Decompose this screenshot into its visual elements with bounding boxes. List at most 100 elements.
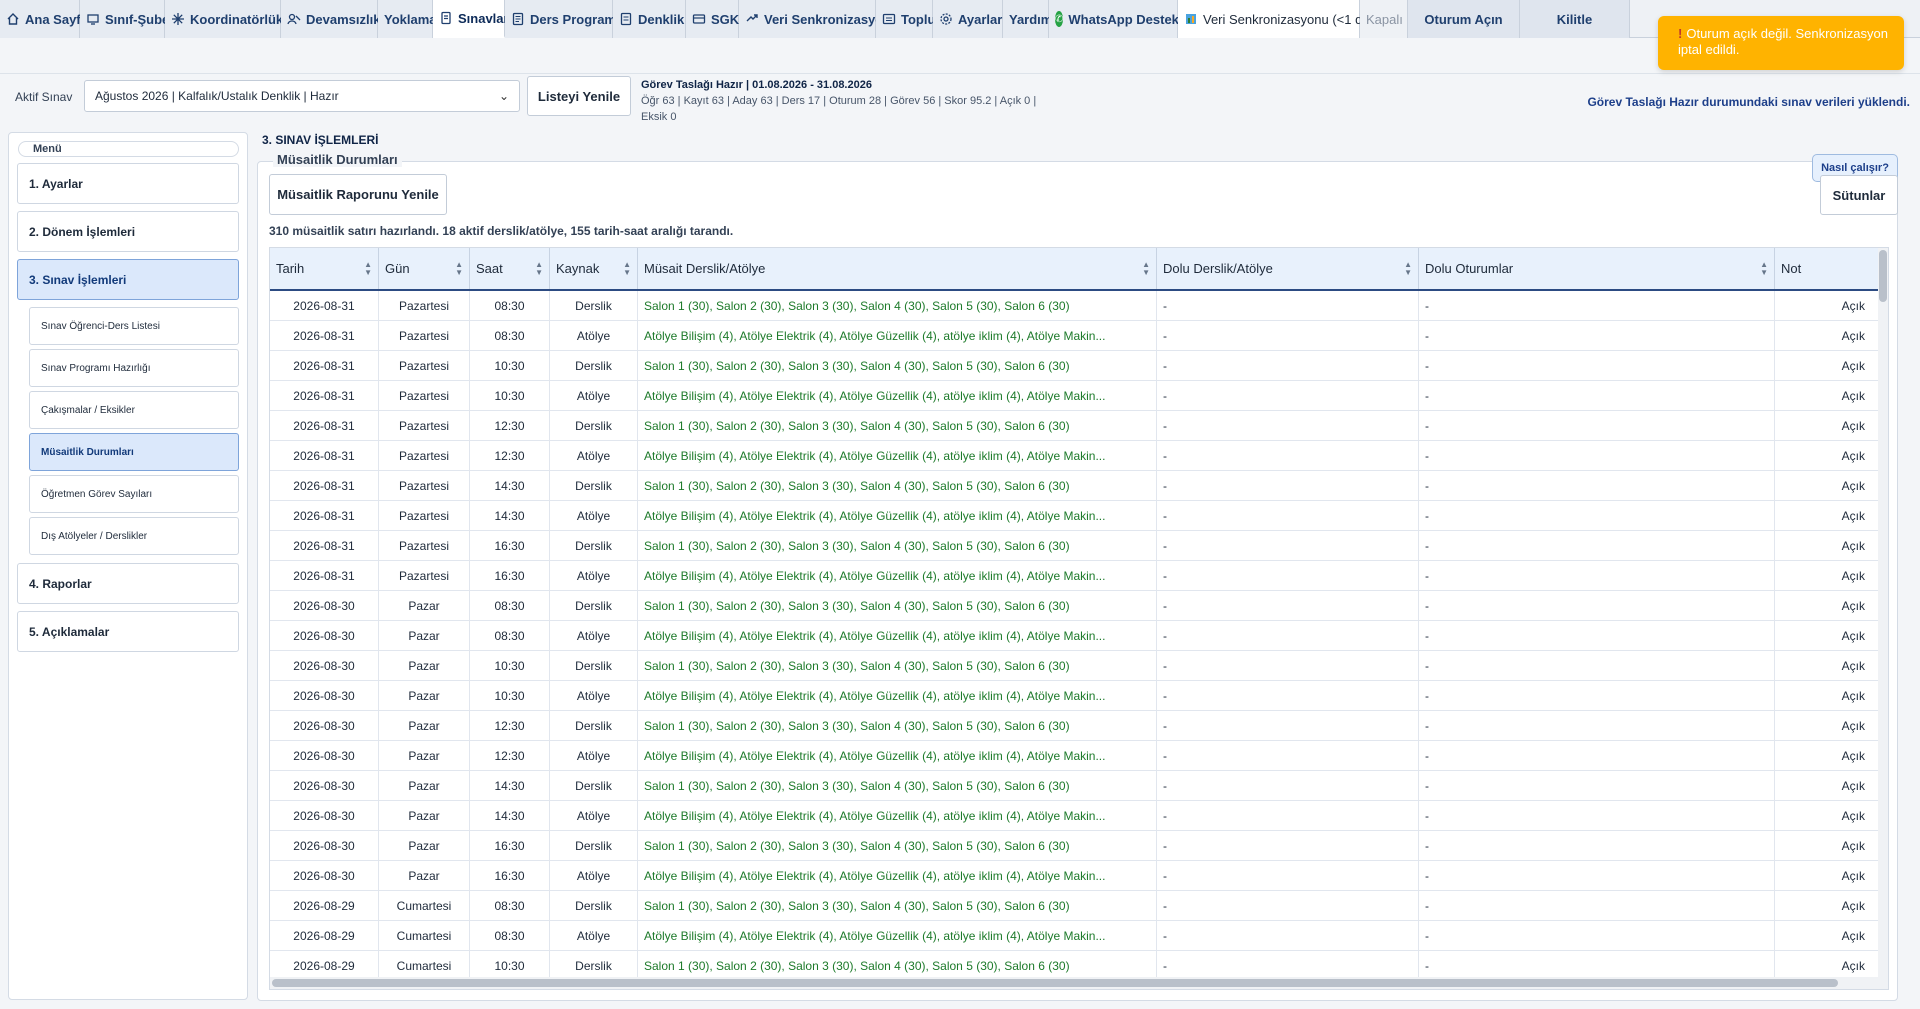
table-cell: 2026-08-29 [270, 921, 379, 951]
table-row[interactable]: 2026-08-31 Pazartesi 08:30 Derslik Salon 1 (… [270, 291, 1888, 321]
sort-icon[interactable]: ▲ ▼ [1760, 260, 1768, 277]
column-header[interactable]: Saat ▲ ▼ [470, 248, 550, 289]
tab-whatsapp-destek[interactable]: ✆ WhatsApp Destek [1049, 0, 1179, 38]
column-header[interactable]: Gün ▲ ▼ [379, 248, 470, 289]
tab-s-navlar[interactable]: Sınavlar [433, 0, 509, 38]
session-warning-toast[interactable]: ! Oturum açık değil. Senkronizasyon iptal… [1658, 16, 1904, 70]
tab-yard-m[interactable]: Yardım [1003, 0, 1052, 38]
table-row[interactable]: 2026-08-30 Pazar 10:30 Atölye Atölye Bilişim… [270, 681, 1888, 711]
table-cell: - [1157, 621, 1419, 651]
sort-icon[interactable]: ▲ ▼ [1142, 260, 1150, 277]
table-cell: - [1157, 651, 1419, 681]
column-header[interactable]: Müsait Derslik/Atölye ▲ ▼ [638, 248, 1157, 289]
horizontal-scrollbar[interactable] [270, 977, 1880, 989]
submenu-item[interactable]: Çakışmalar / Eksikler [29, 391, 239, 429]
table-cell: - [1157, 801, 1419, 831]
table-cell: 2026-08-31 [270, 411, 379, 441]
column-header[interactable]: Not [1775, 248, 1880, 289]
table-cell: 12:30 [470, 741, 550, 771]
menu-item-3[interactable]: 3. Sınav İşlemleri [17, 259, 239, 300]
tab-denklik[interactable]: Denklik [613, 0, 686, 38]
tab-koordinat-rl-k[interactable]: Koordinatörlük [165, 0, 283, 38]
closed-indicator: Kapalı [1360, 0, 1408, 38]
column-header[interactable]: Dolu Derslik/Atölye ▲ ▼ [1157, 248, 1419, 289]
table-cell: Açık [1775, 441, 1880, 471]
loaded-message: Görev Taslağı Hazır durumundaki sınav ve… [1587, 95, 1910, 109]
sort-icon[interactable]: ▲ ▼ [364, 260, 372, 277]
table-row[interactable]: 2026-08-30 Pazar 08:30 Derslik Salon 1 (30),… [270, 591, 1888, 621]
tab-ayarlar[interactable]: Ayarlar [933, 0, 1003, 38]
table-cell: Cumartesi [379, 921, 470, 951]
table-cell: 2026-08-31 [270, 501, 379, 531]
tab-toplu[interactable]: Toplu [876, 0, 935, 38]
submenu-item[interactable]: Dış Atölyeler / Derslikler [29, 517, 239, 555]
menu-item-5[interactable]: 5. Açıklamalar [17, 611, 239, 652]
table-cell: Derslik [550, 471, 638, 501]
menu-item-1[interactable]: 1. Ayarlar [17, 163, 239, 204]
refresh-list-button[interactable]: Listeyi Yenile [527, 76, 631, 116]
table-cell: - [1419, 381, 1775, 411]
table-row[interactable]: 2026-08-31 Pazartesi 10:30 Atölye Atölye Bil… [270, 381, 1888, 411]
column-header[interactable]: Dolu Oturumlar ▲ ▼ [1419, 248, 1775, 289]
horizontal-scroll-thumb[interactable] [272, 979, 1838, 987]
table-cell: 08:30 [470, 591, 550, 621]
tab-label: Yoklama [384, 11, 437, 27]
column-header[interactable]: Tarih ▲ ▼ [270, 248, 379, 289]
submenu-item[interactable]: Sınav Programı Hazırlığı [29, 349, 239, 387]
table-cell: Atölye [550, 501, 638, 531]
active-exam-select[interactable]: Ağustos 2026 | Kalfalık/Ustalık Denklik … [84, 80, 520, 112]
table-row[interactable]: 2026-08-31 Pazartesi 12:30 Derslik Salon 1 (… [270, 411, 1888, 441]
table-row[interactable]: 2026-08-31 Pazartesi 10:30 Derslik Salon 1 (… [270, 351, 1888, 381]
table-cell: - [1157, 351, 1419, 381]
vertical-scrollbar[interactable] [1878, 248, 1888, 989]
table-cell: - [1419, 411, 1775, 441]
table-cell: Atölye [550, 921, 638, 951]
columns-button[interactable]: Sütunlar [1820, 175, 1898, 215]
table-row[interactable]: 2026-08-30 Pazar 16:30 Derslik Salon 1 (30),… [270, 831, 1888, 861]
tab-devams-zl-k[interactable]: Devamsızlık [281, 0, 380, 38]
table-row[interactable]: 2026-08-30 Pazar 16:30 Atölye Atölye Bilişim… [270, 861, 1888, 891]
submenu-item[interactable]: Öğretmen Görev Sayıları [29, 475, 239, 513]
sort-icon[interactable]: ▲ ▼ [623, 260, 631, 277]
table-cell: - [1157, 561, 1419, 591]
table-row[interactable]: 2026-08-30 Pazar 14:30 Derslik Salon 1 (30),… [270, 771, 1888, 801]
table-row[interactable]: 2026-08-31 Pazartesi 16:30 Atölye Atölye Bil… [270, 561, 1888, 591]
submenu-item[interactable]: Müsaitlik Durumları [29, 433, 239, 471]
sort-icon[interactable]: ▲ ▼ [455, 260, 463, 277]
tab-yoklama[interactable]: Yoklama [378, 0, 437, 38]
table-cell: 08:30 [470, 321, 550, 351]
table-cell: 2026-08-31 [270, 351, 379, 381]
table-cell: Salon 1 (30), Salon 2 (30), Salon 3 (30)… [638, 351, 1157, 381]
submenu-item[interactable]: Sınav Öğrenci-Ders Listesi [29, 307, 239, 345]
tab-ders-program-[interactable]: Ders Programı [505, 0, 620, 38]
tab-sgk[interactable]: SGK [686, 0, 739, 38]
table-row[interactable]: 2026-08-30 Pazar 14:30 Atölye Atölye Bilişim… [270, 801, 1888, 831]
vertical-scroll-thumb[interactable] [1879, 250, 1887, 302]
sort-icon[interactable]: ▲ ▼ [1404, 260, 1412, 277]
table-row[interactable]: 2026-08-31 Pazartesi 12:30 Atölye Atölye Bil… [270, 441, 1888, 471]
column-header-label: Dolu Derslik/Atölye [1163, 261, 1273, 276]
menu-item-2[interactable]: 2. Dönem İşlemleri [17, 211, 239, 252]
table-row[interactable]: 2026-08-31 Pazartesi 14:30 Derslik Salon 1 (… [270, 471, 1888, 501]
lock-button[interactable]: Kilitle [1520, 0, 1630, 38]
table-row[interactable]: 2026-08-30 Pazar 12:30 Atölye Atölye Bilişim… [270, 741, 1888, 771]
table-row[interactable]: 2026-08-29 Cumartesi 08:30 Derslik Salon 1 (… [270, 891, 1888, 921]
tab-ana-sayfa[interactable]: Ana Sayfa [0, 0, 88, 38]
table-row[interactable]: 2026-08-31 Pazartesi 16:30 Derslik Salon 1 (… [270, 531, 1888, 561]
table-row[interactable]: 2026-08-30 Pazar 12:30 Derslik Salon 1 (30),… [270, 711, 1888, 741]
table-row[interactable]: 2026-08-29 Cumartesi 08:30 Atölye Atölye Bil… [270, 921, 1888, 951]
table-cell: Atölye Bilişim (4), Atölye Elektrik (4),… [638, 441, 1157, 471]
chevron-down-icon: ⌄ [498, 89, 509, 103]
table-row[interactable]: 2026-08-30 Pazar 10:30 Derslik Salon 1 (30),… [270, 651, 1888, 681]
tab-veri-senkronizasyon[interactable]: Veri Senkronizasyon [739, 0, 891, 38]
table-row[interactable]: 2026-08-31 Pazartesi 08:30 Atölye Atölye Bil… [270, 321, 1888, 351]
menu-item-4[interactable]: 4. Raporlar [17, 563, 239, 604]
table-row[interactable]: 2026-08-30 Pazar 08:30 Atölye Atölye Bilişim… [270, 621, 1888, 651]
sort-icon[interactable]: ▲ ▼ [535, 260, 543, 277]
tab-sync-status[interactable]: Veri Senkronizasyonu (<1 dk) [1178, 0, 1373, 38]
login-button[interactable]: Oturum Açın [1408, 0, 1520, 38]
refresh-availability-report-button[interactable]: Müsaitlik Raporunu Yenile [269, 174, 447, 215]
tab-s-n-f-ube[interactable]: Sınıf-Şube [80, 0, 169, 38]
column-header[interactable]: Kaynak ▲ ▼ [550, 248, 638, 289]
table-row[interactable]: 2026-08-31 Pazartesi 14:30 Atölye Atölye Bil… [270, 501, 1888, 531]
